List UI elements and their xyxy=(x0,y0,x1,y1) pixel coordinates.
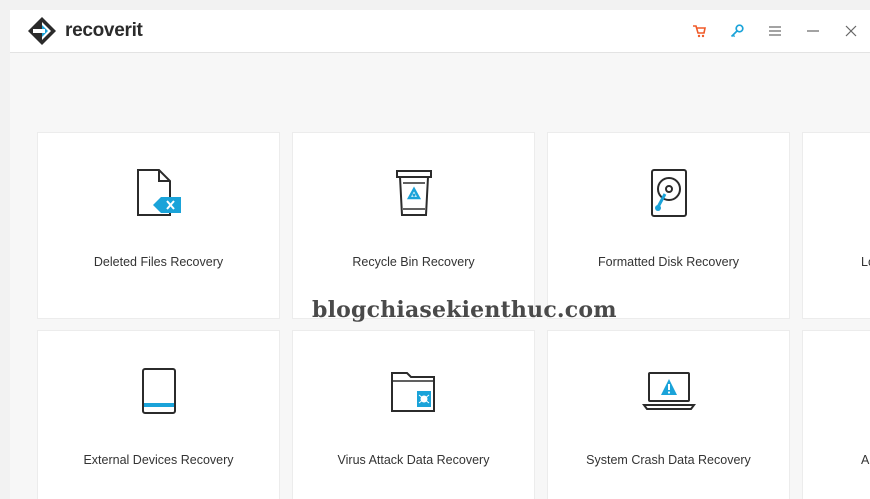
card-label: Lo xyxy=(861,255,870,269)
formatted-disk-icon xyxy=(650,169,687,217)
recoverit-logo-icon xyxy=(28,17,56,45)
card-partial-8[interactable]: A xyxy=(802,330,870,499)
card-system-crash-data-recovery[interactable]: System Crash Data Recovery xyxy=(547,330,790,499)
card-external-devices-recovery[interactable]: External Devices Recovery xyxy=(37,330,280,499)
card-deleted-files-recovery[interactable]: Deleted Files Recovery xyxy=(37,132,280,319)
virus-folder-icon xyxy=(390,372,435,412)
minimize-button[interactable] xyxy=(794,10,832,52)
close-button[interactable] xyxy=(832,10,870,52)
card-label: External Devices Recovery xyxy=(83,453,234,467)
cart-button[interactable] xyxy=(680,10,718,52)
card-label: Formatted Disk Recovery xyxy=(597,255,739,269)
menu-icon xyxy=(769,26,781,36)
close-icon xyxy=(845,25,857,37)
card-formatted-disk-recovery[interactable]: Formatted Disk Recovery xyxy=(547,132,790,319)
menu-button[interactable] xyxy=(756,10,794,52)
card-label: Virus Attack Data Recovery xyxy=(337,453,490,467)
card-label: A xyxy=(861,453,870,467)
card-label: Deleted Files Recovery xyxy=(93,255,224,269)
brand-name: recoverit xyxy=(65,20,143,41)
card-partial-4[interactable]: Lo xyxy=(802,132,870,319)
window-controls xyxy=(680,10,870,52)
key-icon xyxy=(730,24,744,38)
app-window: recoverit Deleted Files Recovery Recycle… xyxy=(10,10,870,499)
watermark-text: blogchiasekienthuc.com xyxy=(312,297,617,323)
title-bar: recoverit xyxy=(10,10,870,53)
register-button[interactable] xyxy=(718,10,756,52)
recycle-bin-icon xyxy=(395,170,432,216)
deleted-file-icon xyxy=(136,169,181,216)
card-label: System Crash Data Recovery xyxy=(586,453,751,467)
minimize-icon xyxy=(807,30,819,32)
card-recycle-bin-recovery[interactable]: Recycle Bin Recovery xyxy=(292,132,535,319)
card-label: Recycle Bin Recovery xyxy=(352,255,475,269)
external-device-icon xyxy=(141,368,176,414)
cart-icon xyxy=(693,25,706,38)
card-virus-attack-data-recovery[interactable]: Virus Attack Data Recovery xyxy=(292,330,535,499)
app-logo: recoverit xyxy=(27,15,143,47)
system-crash-icon xyxy=(641,372,696,410)
